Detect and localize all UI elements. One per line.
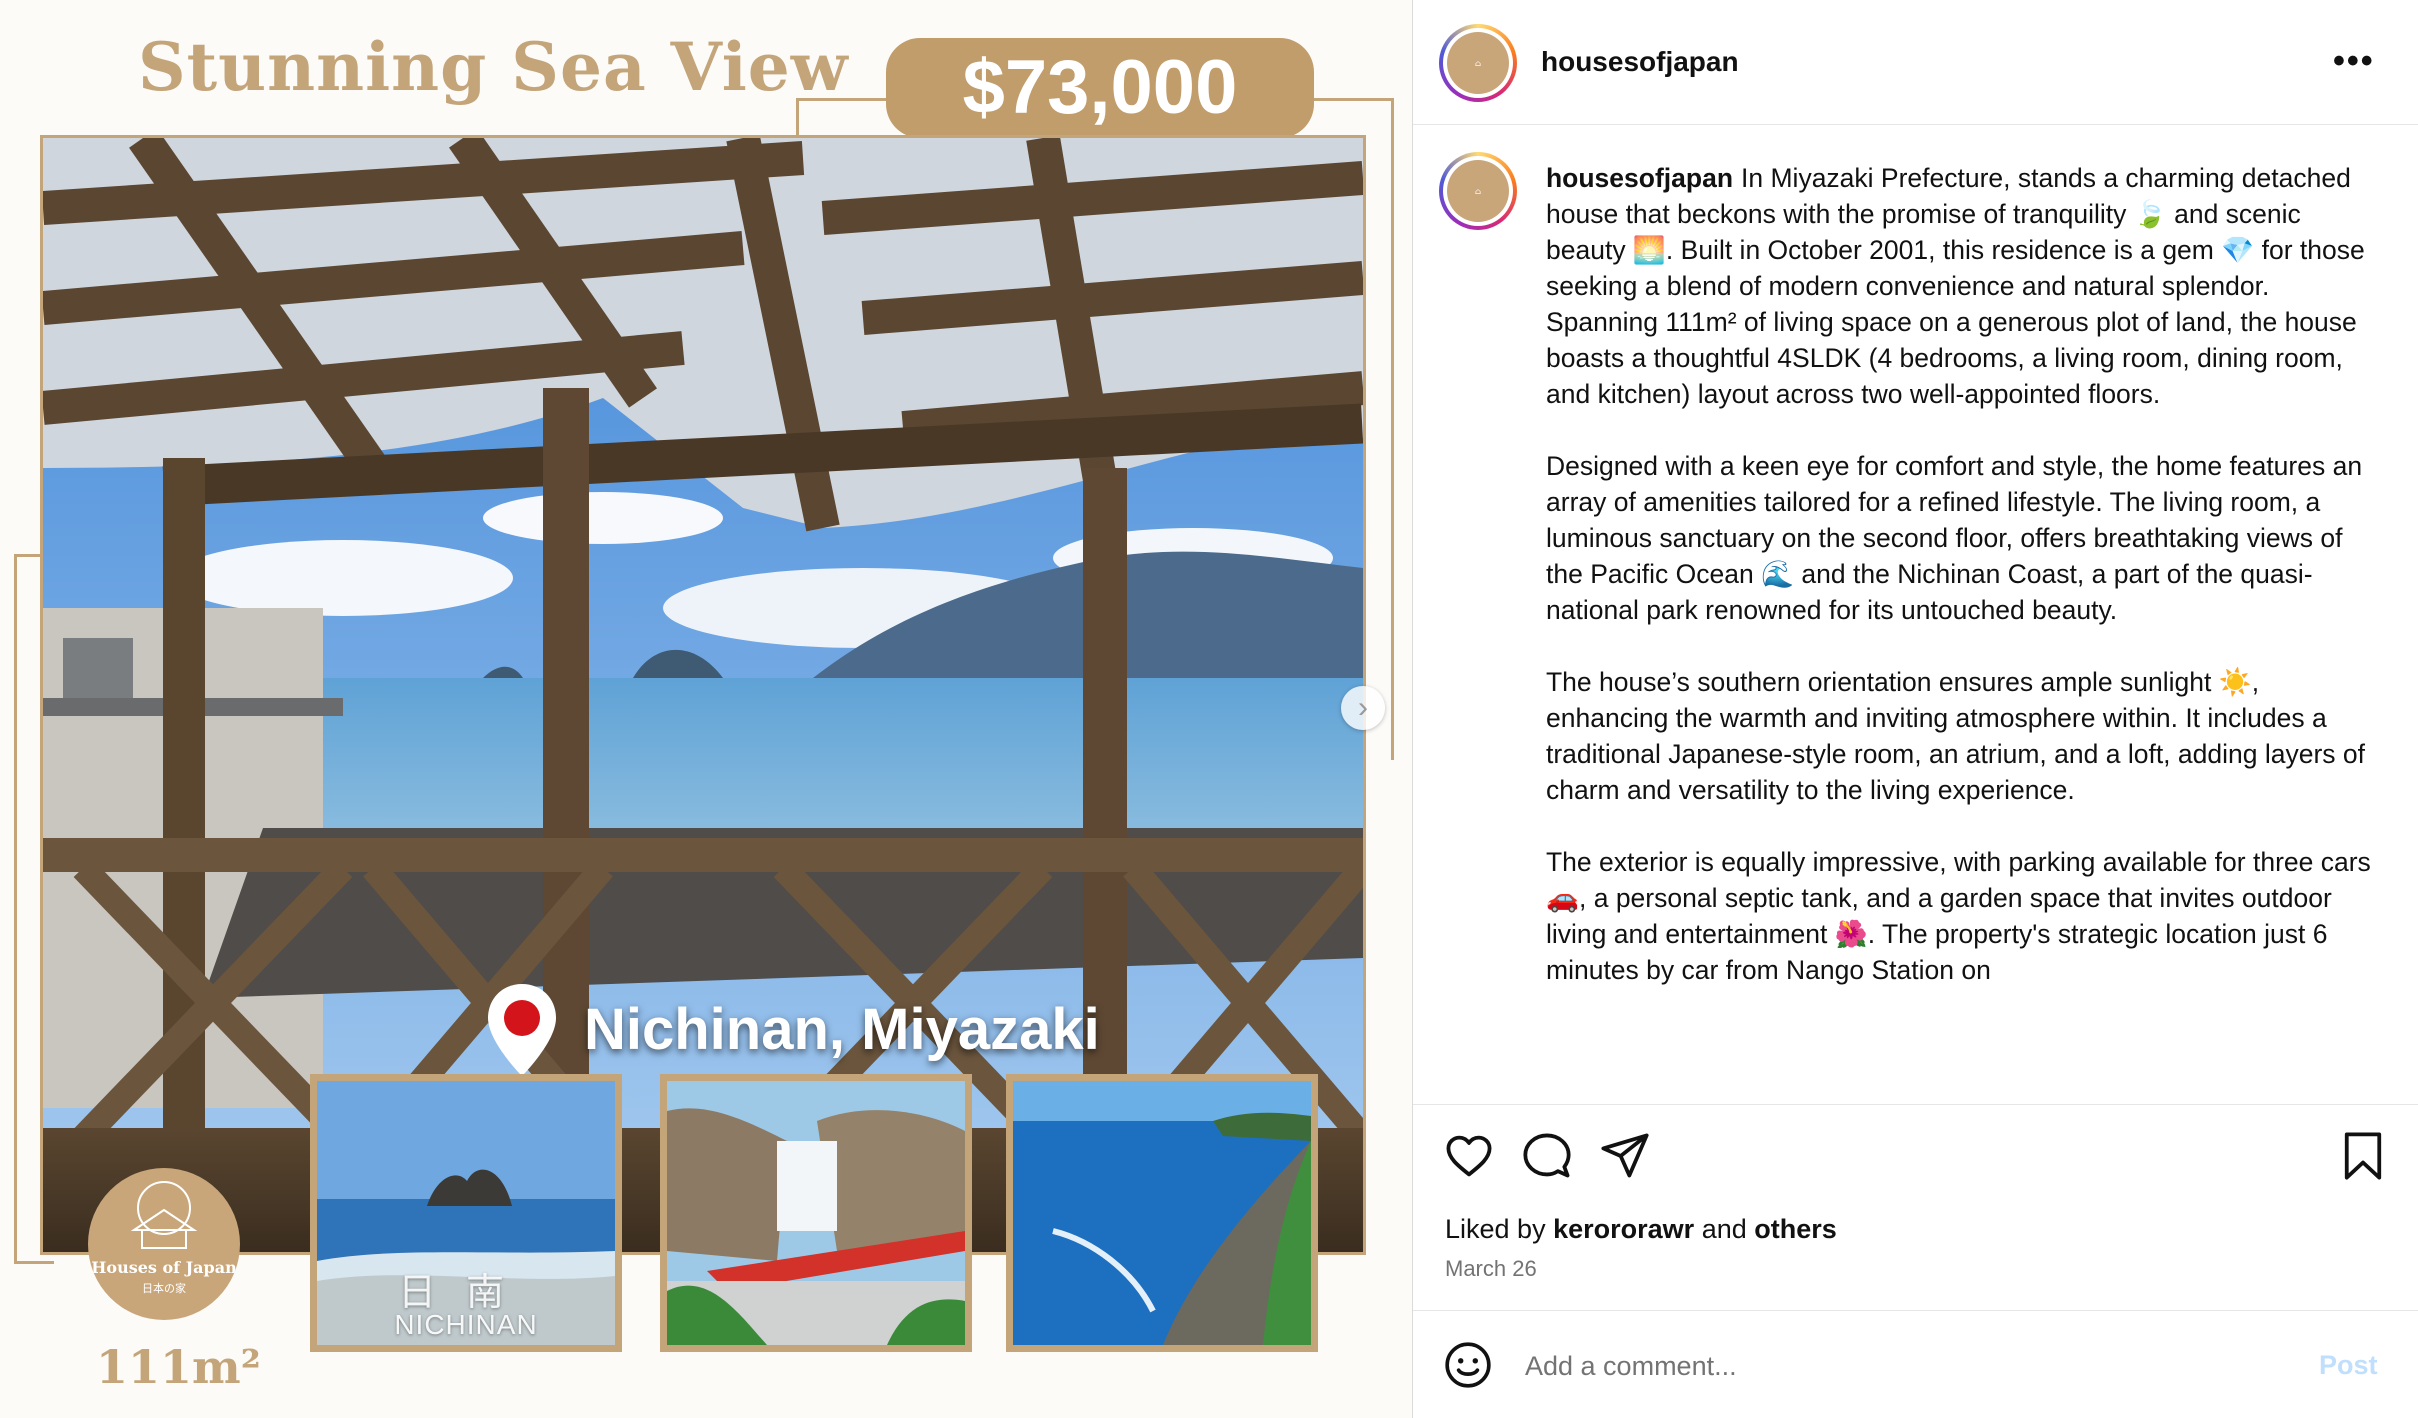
post-comment-button[interactable]: Post (2319, 1350, 2378, 1381)
location-label: Nichinan, Miyazaki (584, 997, 1100, 1062)
share-icon[interactable] (1599, 1130, 1651, 1182)
liked-by-others-link[interactable]: others (1754, 1214, 1837, 1244)
caption-paragraph: housesofjapan In Miyazaki Prefecture, sta… (1546, 160, 2376, 412)
emoji-icon[interactable] (1443, 1340, 1493, 1390)
thumbnail-caption-en: NICHINAN (394, 1309, 538, 1340)
floor-area-label: 111m² (96, 1340, 261, 1394)
chevron-right-icon: › (1358, 691, 1368, 724)
comment-input[interactable] (1523, 1340, 2227, 1392)
shrine-cliff-illustration (667, 1081, 965, 1345)
caption-divider (1413, 1104, 2418, 1105)
thumbnail-shrine-coast (660, 1074, 972, 1352)
thumbnail-caption-jp: 日南 (397, 1270, 534, 1314)
header-username[interactable]: housesofjapan (1541, 46, 1739, 78)
post-details-panel: ⌂ housesofjapan ••• ⌂ housesofjapan In Mi… (1412, 0, 2418, 1418)
avatar-logo-icon: ⌂ (1447, 160, 1509, 222)
avatar-logo-icon: ⌂ (1447, 32, 1509, 94)
more-options-button[interactable]: ••• (2333, 42, 2375, 81)
header-avatar[interactable]: ⌂ (1439, 24, 1517, 102)
caption-paragraph: The exterior is equally impressive, with… (1546, 847, 2371, 985)
comment-divider (1413, 1310, 2418, 1311)
rocky-coastline-illustration (1013, 1081, 1311, 1345)
carousel-next-button[interactable]: › (1341, 686, 1385, 730)
liked-by-and: and (1701, 1214, 1747, 1244)
brand-logo: Houses of Japan 日本の家 (88, 1168, 240, 1320)
heart-icon[interactable] (1443, 1130, 1495, 1182)
listing-headline: Stunning Sea View (138, 28, 849, 106)
comment-icon[interactable] (1521, 1130, 1573, 1182)
header-divider (1413, 124, 2418, 125)
post-caption: housesofjapan In Miyazaki Prefecture, sta… (1546, 160, 2376, 1102)
caption-username[interactable]: housesofjapan (1546, 163, 1733, 193)
map-pin-icon (488, 984, 556, 1076)
liked-by-text: Liked by kerororawr and others (1445, 1214, 1837, 1245)
liked-by-user-link[interactable]: kerororawr (1553, 1214, 1694, 1244)
caption-paragraph: The house’s southern orientation ensures… (1546, 667, 2366, 805)
post-image: Stunning Sea View $73,000 › Nichinan, Mi… (0, 0, 1412, 1418)
price-tag: $73,000 (886, 38, 1314, 138)
brand-name: Houses of Japan (91, 1258, 237, 1277)
caption-paragraph: Designed with a keen eye for comfort and… (1546, 451, 2363, 625)
thumbnail-nichinan-beach: 日南 NICHINAN (310, 1074, 622, 1352)
post-date[interactable]: March 26 (1445, 1256, 1537, 1282)
bookmark-icon[interactable] (2337, 1130, 2389, 1182)
liked-by-prefix: Liked by (1445, 1214, 1546, 1244)
thumbnail-rocky-coast (1006, 1074, 1318, 1352)
caption-avatar[interactable]: ⌂ (1439, 152, 1517, 230)
brand-name-jp: 日本の家 (142, 1283, 186, 1295)
caption-paragraph-text: In Miyazaki Prefecture, stands a charmin… (1546, 163, 2365, 409)
